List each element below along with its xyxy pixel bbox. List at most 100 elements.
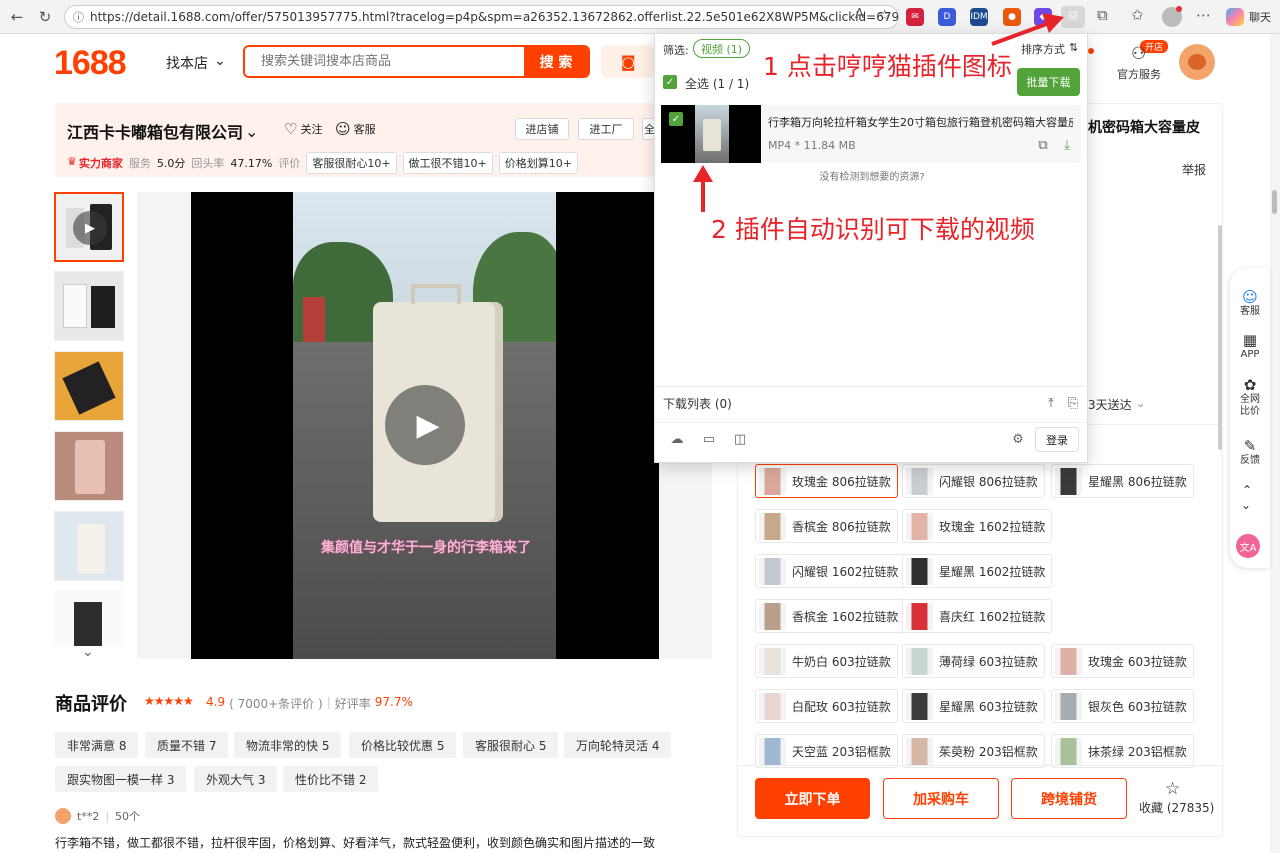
review-tag[interactable]: 性价比不错 2 — [283, 766, 379, 792]
thumbnail-6[interactable] — [54, 590, 124, 646]
sidebar-panel-icon[interactable]: ◫ — [732, 431, 748, 447]
search-input[interactable] — [245, 47, 524, 76]
import-icon[interactable]: ⎘ — [1065, 395, 1081, 411]
folder-icon[interactable]: ▭ — [701, 431, 717, 447]
ext-purple-icon[interactable]: ◆ — [1034, 8, 1052, 26]
video-resource-item[interactable]: ✓ 行李箱万向轮拉杆箱女学生20寸箱包旅行箱登机密码箱大容量皮... MP4 *… — [661, 105, 1081, 163]
review-count[interactable]: ( 7000+条评价 ) — [229, 695, 323, 712]
filter-chip-video[interactable]: 视频 (1) — [693, 39, 751, 58]
enter-shop-button[interactable]: 进店铺 — [515, 118, 569, 140]
video-play-icon[interactable]: ▶ — [385, 385, 465, 465]
address-bar[interactable]: ⓘ https://detail.1688.com/offer/57501395… — [64, 5, 899, 29]
customer-service-button[interactable]: ☺ 客服 — [335, 120, 376, 138]
more-menu-icon[interactable]: ⋯ — [1196, 6, 1211, 24]
refresh-icon[interactable]: ↻ — [34, 6, 56, 28]
side-toolbar-feedback[interactable]: ✎ 反馈 — [1234, 437, 1266, 467]
review-tag[interactable]: 外观大气 3 — [194, 766, 278, 792]
sku-option[interactable]: 玫瑰金 1602拉链款 — [902, 509, 1053, 543]
sku-option[interactable]: 喜庆红 1602拉链款 — [902, 599, 1053, 633]
settings-gear-icon[interactable]: ⚙ — [1010, 431, 1026, 447]
thumbnail-2[interactable] — [54, 271, 124, 341]
side-toolbar-compare[interactable]: ✿ 全网比价 — [1234, 376, 1266, 418]
sku-option[interactable]: 银灰色 603拉链款 — [1051, 689, 1194, 723]
sku-option[interactable]: 玫瑰金 603拉链款 — [1051, 644, 1194, 678]
copy-icon[interactable]: ⧉ — [1035, 137, 1051, 153]
export-icon[interactable]: ⤒ — [1043, 395, 1059, 411]
ext-idm-icon[interactable]: IDM — [970, 8, 988, 26]
follow-button[interactable]: ♡ 关注 — [284, 120, 322, 138]
item-checkbox[interactable]: ✓ — [669, 112, 683, 126]
review-tag[interactable]: 非常满意 8 — [55, 732, 139, 758]
chat-label[interactable]: 聊天 — [1249, 9, 1271, 25]
scroll-top-icon[interactable]: ⌃ — [1242, 483, 1252, 497]
favorite-star-icon[interactable]: ☆ — [878, 6, 891, 24]
sort-dropdown[interactable]: 排序方式 ⇅ — [1021, 41, 1078, 57]
report-link[interactable]: 举报 — [1182, 161, 1206, 178]
review-tag[interactable]: 万向轮特灵活 4 — [564, 732, 672, 758]
thumbnails-scroll-down-icon[interactable]: ⌄ — [82, 644, 94, 660]
copilot-icon[interactable] — [1226, 8, 1244, 26]
user-service-icon[interactable]: ⚇ — [1131, 44, 1146, 64]
sku-option[interactable]: 闪耀银 806拉链款 — [902, 464, 1045, 498]
batch-download-button[interactable]: 批量下载 — [1017, 68, 1080, 96]
review-tag[interactable]: 价格比较优惠 5 — [349, 732, 457, 758]
favorite-count[interactable]: 收藏 (27835) — [1139, 799, 1214, 816]
sku-option[interactable]: 茱萸粉 203铝框款 — [902, 734, 1045, 768]
sku-option[interactable]: 闪耀银 1602拉链款 — [755, 554, 906, 588]
sku-option[interactable]: 星耀黑 1602拉链款 — [902, 554, 1053, 588]
image-search-button[interactable]: ◙ — [601, 45, 654, 78]
sku-option[interactable]: 玫瑰金 806拉链款 — [755, 464, 898, 498]
sku-option[interactable]: 抹茶绿 203铝框款 — [1051, 734, 1194, 768]
cross-border-button[interactable]: 跨境铺货 — [1011, 778, 1127, 819]
cloud-download-icon[interactable]: ☁ — [669, 431, 685, 447]
user-avatar[interactable] — [1179, 44, 1215, 80]
back-icon[interactable]: ← — [6, 6, 28, 28]
site-logo[interactable]: 1688 — [54, 44, 127, 83]
sku-option[interactable]: 薄荷绿 603拉链款 — [902, 644, 1045, 678]
no-resource-link[interactable]: 没有检测到想要的资源? — [655, 168, 1089, 183]
ext-cat-icon[interactable]: 🐱 — [1061, 6, 1085, 28]
extensions-puzzle-icon[interactable]: ⧉ — [1097, 6, 1108, 24]
panel-scrollbar-thumb[interactable] — [1218, 225, 1222, 450]
sku-option[interactable]: 星耀黑 806拉链款 — [1051, 464, 1194, 498]
read-aloud-icon[interactable]: A — [855, 7, 864, 22]
login-button[interactable]: 登录 — [1035, 427, 1079, 452]
review-tag[interactable]: 质量不错 7 — [145, 732, 229, 758]
ext-blue-d-icon[interactable]: D — [938, 8, 956, 26]
sku-option[interactable]: 天空蓝 203铝框款 — [755, 734, 898, 768]
enter-factory-button[interactable]: 进工厂 — [578, 118, 634, 140]
thumbnail-4[interactable] — [54, 431, 124, 501]
favorites-icon[interactable]: ✩ — [1131, 6, 1144, 24]
ext-circle-icon[interactable]: ● — [1003, 8, 1021, 26]
add-to-cart-button[interactable]: 加采购车 — [883, 778, 999, 819]
sku-option[interactable]: 星耀黑 603拉链款 — [902, 689, 1045, 723]
review-tag[interactable]: 跟实物图一模一样 3 — [55, 766, 187, 792]
site-info-icon[interactable]: ⓘ — [73, 9, 84, 25]
scroll-bottom-icon[interactable]: ⌄ — [1241, 498, 1251, 512]
download-icon[interactable]: ⤓ — [1059, 137, 1075, 153]
favorite-star-icon[interactable]: ☆ — [1165, 779, 1180, 799]
thumbnail-video[interactable]: ▶ — [54, 192, 124, 262]
review-tag[interactable]: 客服很耐心 5 — [463, 732, 559, 758]
video-player[interactable]: ▶ 集颜值与才华于一身的行李箱来了 — [191, 192, 659, 659]
page-scrollbar-thumb[interactable] — [1272, 190, 1277, 214]
ext-red-icon[interactable]: ✉ — [906, 8, 924, 26]
official-service-label[interactable]: 官方服务 — [1117, 66, 1161, 82]
sku-option[interactable]: 白配玫 603拉链款 — [755, 689, 898, 723]
side-toolbar-app[interactable]: ▦ APP — [1234, 331, 1266, 361]
thumbnail-3[interactable] — [54, 351, 124, 421]
review-tag[interactable]: 物流非常的快 5 — [234, 732, 342, 758]
select-all-checkbox[interactable]: ✓ — [663, 75, 677, 89]
buy-now-button[interactable]: 立即下单 — [755, 778, 870, 819]
thumbnail-5[interactable] — [54, 511, 124, 581]
search-button[interactable]: 搜 索 — [524, 47, 588, 76]
side-toolbar-customer-service[interactable]: ☺ 客服 — [1234, 288, 1266, 318]
page-scrollbar[interactable] — [1270, 34, 1280, 853]
sku-option[interactable]: 香槟金 806拉链款 — [755, 509, 898, 543]
sku-option[interactable]: 香槟金 1602拉链款 — [755, 599, 906, 633]
shop-name[interactable]: 江西卡卡嘟箱包有限公司 ⌄ — [67, 119, 258, 143]
find-shop-dropdown[interactable]: 找本店 ⌄ — [166, 53, 226, 73]
sku-option[interactable]: 牛奶白 603拉链款 — [755, 644, 898, 678]
translate-icon[interactable]: 文A — [1236, 534, 1260, 558]
delivery-dropdown[interactable]: 3天送达 ⌄ — [1088, 396, 1146, 413]
